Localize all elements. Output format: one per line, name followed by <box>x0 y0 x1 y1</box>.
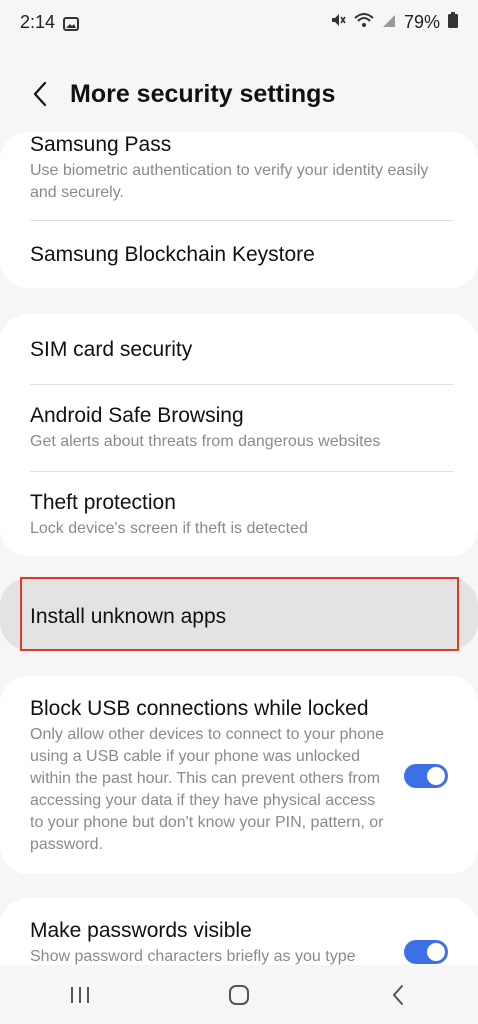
safe-browsing-subtitle: Get alerts about threats from dangerous … <box>30 433 381 450</box>
blockchain-keystore-item[interactable]: Samsung Blockchain Keystore <box>30 242 453 268</box>
toggle-knob <box>427 943 445 961</box>
samsung-pass-title: Samsung Pass <box>30 133 172 156</box>
home-icon[interactable] <box>209 975 269 1015</box>
image-icon <box>63 15 80 31</box>
samsung-pass-item[interactable]: Samsung Pass Use biometric authenticatio… <box>30 132 453 204</box>
make-passwords-visible-toggle[interactable] <box>404 940 448 964</box>
theft-protection-title: Theft protection <box>30 491 176 514</box>
block-usb-title: Block USB connections while locked <box>30 697 369 720</box>
divider <box>30 384 453 385</box>
signal-icon <box>382 12 396 33</box>
divider <box>30 220 453 221</box>
recents-icon[interactable] <box>50 975 110 1015</box>
toggle-knob <box>427 767 445 785</box>
make-passwords-visible-title: Make passwords visible <box>30 919 252 942</box>
highlight-annotation-box <box>20 577 459 651</box>
settings-card-1: Samsung Pass Use biometric authenticatio… <box>0 132 478 288</box>
navigation-bar <box>0 965 478 1024</box>
wifi-icon <box>354 12 374 33</box>
back-icon[interactable] <box>368 975 428 1015</box>
mute-icon <box>330 12 346 33</box>
divider <box>30 471 453 472</box>
app-header: More security settings <box>0 70 478 118</box>
samsung-pass-subtitle: Use biometric authentication to verify y… <box>30 162 429 201</box>
block-usb-toggle[interactable] <box>404 764 448 788</box>
chevron-left-icon[interactable] <box>20 74 60 114</box>
make-passwords-visible-item[interactable]: Make passwords visible Show password cha… <box>30 918 388 968</box>
battery-icon <box>448 11 458 33</box>
block-usb-item[interactable]: Block USB connections while locked Only … <box>30 696 388 856</box>
blockchain-keystore-title: Samsung Blockchain Keystore <box>30 243 315 266</box>
settings-card-2: SIM card security Android Safe Browsing … <box>0 314 478 556</box>
safe-browsing-item[interactable]: Android Safe Browsing Get alerts about t… <box>30 403 453 453</box>
status-time: 2:14 <box>20 11 56 32</box>
theft-protection-subtitle: Lock device's screen if theft is detecte… <box>30 520 308 537</box>
sim-card-security-title: SIM card security <box>30 338 193 361</box>
battery-text: 79% <box>403 11 440 32</box>
safe-browsing-title: Android Safe Browsing <box>30 404 244 427</box>
settings-card-4: Block USB connections while locked Only … <box>0 676 478 874</box>
block-usb-subtitle: Only allow other devices to connect to y… <box>30 726 384 853</box>
status-bar: 2:14 79% <box>0 0 478 44</box>
theft-protection-item[interactable]: Theft protection Lock device's screen if… <box>30 490 453 540</box>
page-title: More security settings <box>70 79 336 108</box>
sim-card-security-item[interactable]: SIM card security <box>30 337 453 363</box>
